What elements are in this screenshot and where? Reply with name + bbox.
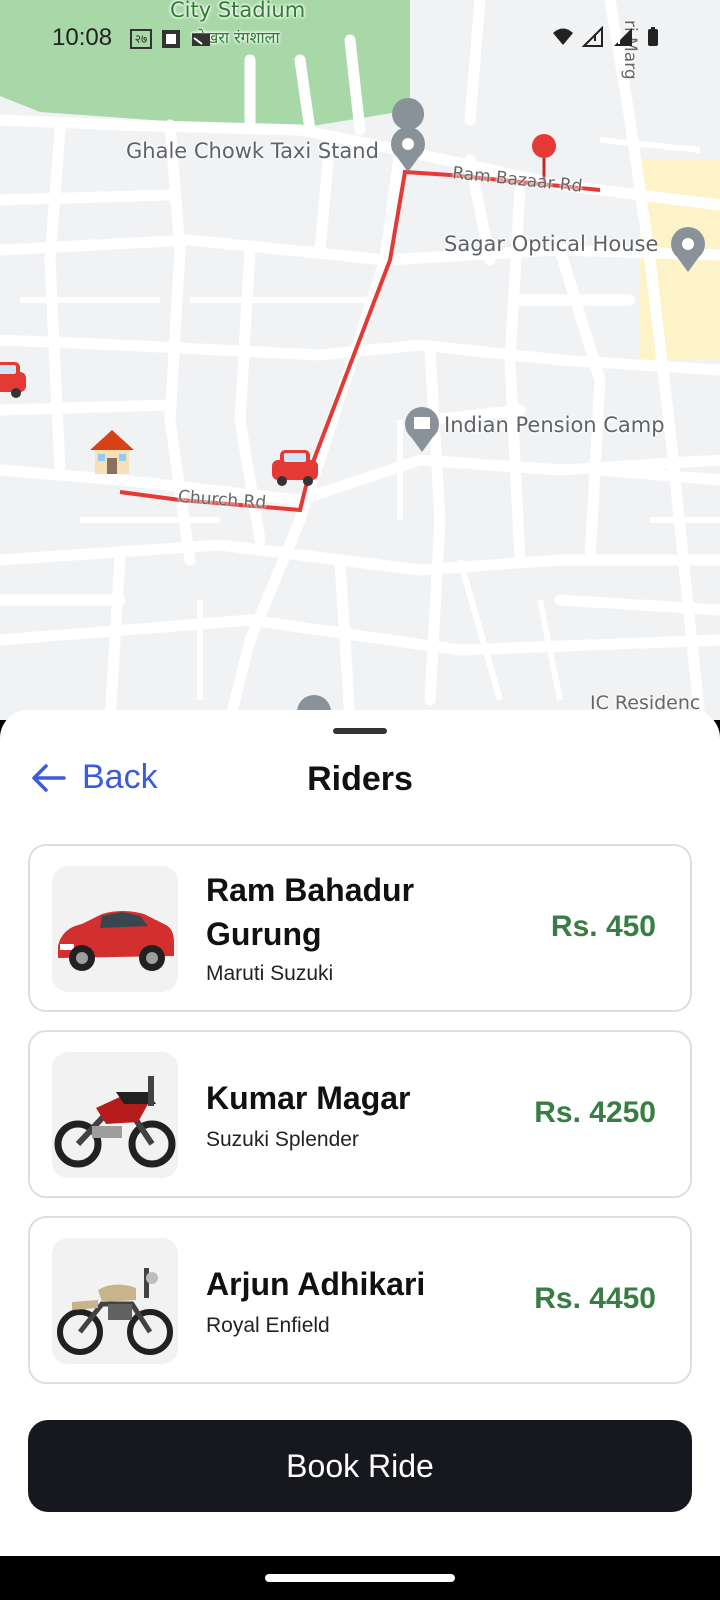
drag-handle[interactable]	[333, 728, 387, 734]
signal-icon	[614, 28, 632, 46]
photo-icon	[162, 30, 180, 48]
riders-sheet: Back Riders Ram Bahadur Gurung Maruti Su…	[0, 710, 720, 1556]
red-car-image	[58, 911, 174, 971]
signal-icon	[582, 26, 603, 47]
rider-price: Rs. 450	[550, 910, 656, 943]
rider-name: Arjun Adhikari	[206, 1266, 426, 1302]
rider-name: Ram Bahadur Gurung	[206, 872, 415, 952]
calendar-badge-icon: २७	[130, 29, 152, 49]
status-icons	[552, 26, 664, 48]
home-marker	[90, 430, 134, 474]
rider-name: Kumar Magar	[206, 1080, 411, 1116]
navigation-bar	[0, 1556, 720, 1600]
rider-vehicle-image	[52, 1238, 178, 1364]
rider-price: Rs. 4250	[534, 1096, 656, 1129]
cast-icon	[192, 34, 210, 46]
wifi-icon	[553, 28, 573, 45]
car-markers	[0, 362, 318, 486]
rider-vehicle: Royal Enfield	[206, 1314, 330, 1337]
motorbike-classic-image	[57, 1268, 173, 1355]
rider-card[interactable]: Ram Bahadur Gurung Maruti Suzuki Rs. 450	[28, 844, 692, 1012]
rider-vehicle-image	[52, 1052, 178, 1178]
page-title: Riders	[307, 760, 413, 798]
rider-vehicle: Maruti Suzuki	[206, 962, 334, 985]
rider-card[interactable]: Arjun Adhikari Royal Enfield Rs. 4450	[28, 1216, 692, 1384]
map-canvas	[0, 0, 720, 720]
home-indicator[interactable]	[265, 1574, 455, 1582]
rider-vehicle-image	[52, 866, 178, 992]
map-view[interactable]: City Stadium पोखरा रंगशाला Ghale Chowk T…	[0, 0, 720, 720]
rider-card[interactable]: Kumar Magar Suzuki Splender Rs. 4250	[28, 1030, 692, 1198]
rider-vehicle: Suzuki Splender	[206, 1128, 359, 1151]
rider-price: Rs. 4450	[534, 1282, 656, 1315]
map-label-sagar-optical[interactable]: Sagar Optical House	[444, 232, 658, 256]
book-ride-button[interactable]: Book Ride	[28, 1420, 692, 1512]
motorbike-red-image	[54, 1076, 176, 1168]
status-time: 10:08	[52, 24, 113, 51]
battery-icon	[648, 27, 658, 46]
map-label-taxi-stand[interactable]: Ghale Chowk Taxi Stand	[126, 139, 379, 163]
route-line	[119, 169, 601, 513]
map-label-indian-pension-camp[interactable]: Indian Pension Camp	[444, 413, 665, 437]
status-left-icons: २७	[130, 28, 212, 50]
status-bar: 10:08 २७	[0, 0, 720, 80]
